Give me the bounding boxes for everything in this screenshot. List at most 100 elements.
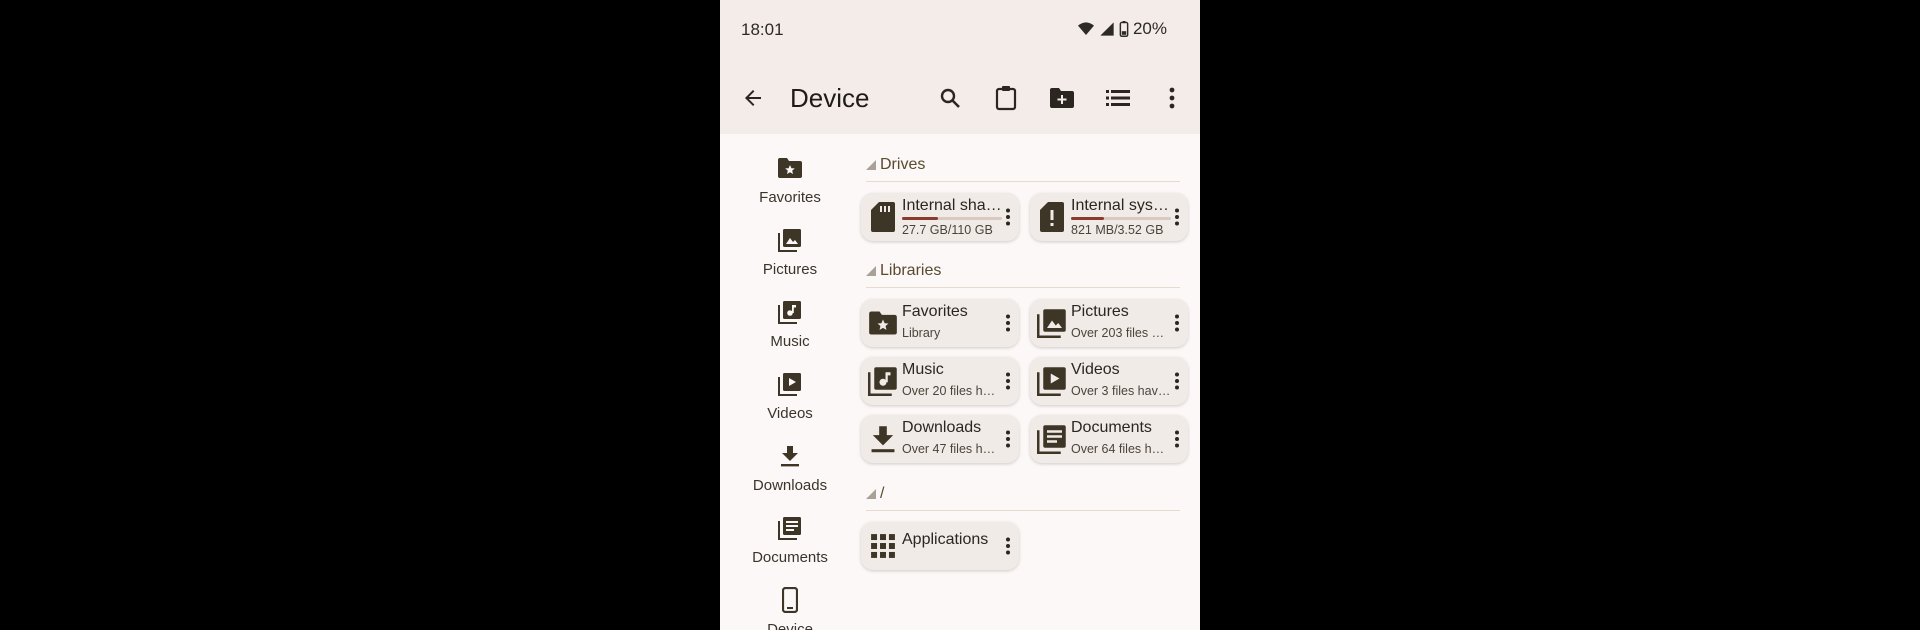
card-more-button[interactable]: [1170, 311, 1184, 335]
more-vert-icon: [1169, 87, 1175, 109]
sd-card-icon: [871, 202, 895, 232]
clipboard-icon: [995, 86, 1017, 111]
battery-icon: [1119, 21, 1129, 37]
library-title: Favorites: [902, 303, 968, 320]
library-card-videos[interactable]: Videos Over 3 files have been found: [1030, 357, 1188, 405]
status-icons: 20%: [1077, 19, 1167, 39]
card-more-button[interactable]: [1001, 311, 1015, 335]
download-icon: [781, 446, 799, 467]
new-folder-button[interactable]: [1046, 82, 1078, 114]
library-title: Music: [902, 361, 944, 378]
library-card-favorites[interactable]: Favorites Library: [861, 299, 1019, 347]
library-subtitle: Over 203 files have been found: [1071, 326, 1171, 340]
video-library-icon: [778, 373, 801, 396]
library-card-downloads[interactable]: Downloads Over 47 files have been found: [861, 415, 1019, 463]
folder-star-icon: [778, 158, 802, 178]
clipboard-button[interactable]: [990, 82, 1022, 114]
more-options-button[interactable]: [1156, 82, 1188, 114]
phone-icon: [782, 587, 798, 613]
collapse-triangle-icon: [866, 489, 876, 499]
nav-item-music[interactable]: Music: [738, 297, 842, 350]
video-library-icon: [1037, 367, 1066, 396]
library-subtitle: Library: [902, 326, 941, 340]
list-view-icon: [1106, 90, 1130, 106]
pictures-icon: [778, 229, 801, 252]
documents-icon: [1037, 425, 1066, 454]
more-vert-icon: [1006, 537, 1010, 555]
nav-item-downloads[interactable]: Downloads: [738, 441, 842, 494]
documents-icon: [778, 517, 801, 540]
drive-size: 821 MB/3.52 GB: [1071, 223, 1164, 237]
library-subtitle: Over 47 files have been found: [902, 442, 1002, 456]
card-more-button[interactable]: [1001, 534, 1015, 558]
drive-title: Internal shared storage: [902, 197, 1002, 214]
collapse-triangle-icon: [866, 160, 876, 170]
card-more-button[interactable]: [1001, 427, 1015, 451]
more-vert-icon: [1175, 430, 1179, 448]
card-more-button[interactable]: [1001, 205, 1015, 229]
download-icon: [871, 426, 895, 453]
card-more-button[interactable]: [1170, 205, 1184, 229]
more-vert-icon: [1006, 208, 1010, 226]
nav-label: Favorites: [759, 189, 821, 206]
page-title: Device: [790, 83, 870, 113]
library-subtitle: Over 20 files have been found: [902, 384, 1002, 398]
library-title: Downloads: [902, 419, 982, 436]
drive-card-internal-system[interactable]: Internal system storage 821 MB/3.52 GB: [1030, 193, 1188, 241]
pictures-icon: [1037, 309, 1066, 338]
more-vert-icon: [1006, 430, 1010, 448]
card-more-button[interactable]: [1170, 369, 1184, 393]
more-vert-icon: [1175, 314, 1179, 332]
nav-item-device[interactable]: Device: [738, 585, 842, 630]
root-card-applications[interactable]: Applications: [861, 522, 1019, 570]
nav-item-documents[interactable]: Documents: [738, 513, 842, 566]
nav-label: Videos: [767, 405, 813, 422]
nav-label: Pictures: [762, 261, 818, 278]
storage-usage-bar: [1071, 217, 1171, 220]
section-header-root[interactable]: /: [866, 485, 884, 503]
wifi-icon: [1077, 22, 1094, 35]
library-title: Documents: [1071, 419, 1152, 436]
library-subtitle: Over 64 files have been found: [1071, 442, 1171, 456]
nav-label: Downloads: [752, 477, 828, 494]
library-subtitle: Over 3 files have been found: [1071, 384, 1171, 398]
signal-icon: [1100, 22, 1114, 36]
create-new-folder-icon: [1050, 88, 1074, 108]
nav-item-pictures[interactable]: Pictures: [738, 225, 842, 278]
section-header-libraries[interactable]: Libraries: [866, 262, 941, 280]
library-card-music[interactable]: Music Over 20 files have been found: [861, 357, 1019, 405]
nav-label: Device: [767, 621, 813, 630]
drive-size: 27.7 GB/110 GB: [902, 223, 993, 237]
drive-card-internal-shared[interactable]: Internal shared storage 27.7 GB/110 GB: [861, 193, 1019, 241]
device-screen: 18:01 20% Device Favorites Pictures Musi…: [720, 0, 1200, 630]
nav-label: Music: [770, 333, 810, 350]
storage-usage-bar: [902, 217, 1002, 220]
music-library-icon: [868, 367, 897, 396]
library-title: Videos: [1071, 361, 1120, 378]
section-divider: [866, 510, 1180, 511]
library-card-documents[interactable]: Documents Over 64 files have been found: [1030, 415, 1188, 463]
drive-title: Internal system storage: [1071, 197, 1171, 214]
more-vert-icon: [1006, 372, 1010, 390]
library-card-pictures[interactable]: Pictures Over 203 files have been found: [1030, 299, 1188, 347]
more-vert-icon: [1175, 208, 1179, 226]
card-more-button[interactable]: [1170, 427, 1184, 451]
arrow-back-icon: [745, 90, 761, 106]
section-divider: [866, 181, 1180, 182]
battery-percent: 20%: [1132, 19, 1167, 38]
card-more-button[interactable]: [1001, 369, 1015, 393]
status-time: 18:01: [741, 20, 784, 39]
nav-item-favorites[interactable]: Favorites: [738, 153, 842, 206]
nav-item-videos[interactable]: Videos: [738, 369, 842, 422]
search-button[interactable]: [934, 82, 966, 114]
view-list-button[interactable]: [1102, 82, 1134, 114]
back-button[interactable]: [737, 82, 769, 114]
sd-card-alert-icon: [1040, 202, 1064, 232]
folder-star-icon: [869, 311, 897, 335]
collapse-triangle-icon: [866, 266, 876, 276]
section-header-drives[interactable]: Drives: [866, 156, 925, 174]
more-vert-icon: [1006, 314, 1010, 332]
apps-grid-icon: [871, 534, 895, 558]
section-divider: [866, 287, 1180, 288]
more-vert-icon: [1175, 372, 1179, 390]
